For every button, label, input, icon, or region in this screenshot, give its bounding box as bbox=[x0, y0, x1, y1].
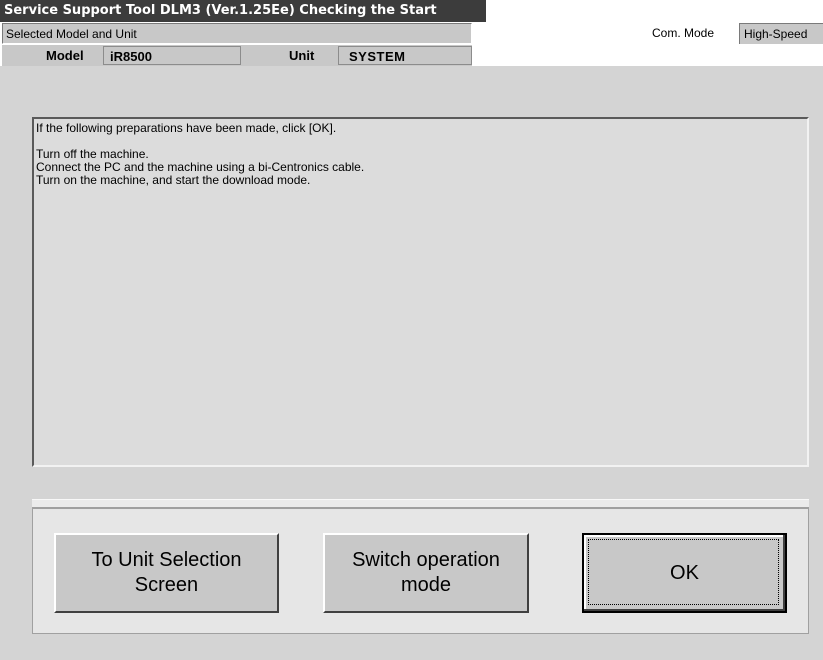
model-label: Model bbox=[46, 48, 84, 63]
instruction-message-panel: If the following preparations have been … bbox=[32, 117, 809, 467]
switch-operation-mode-button[interactable]: Switch operation mode bbox=[323, 533, 529, 613]
selected-label-text: Selected Model and Unit bbox=[6, 27, 137, 41]
ok-button[interactable]: OK bbox=[582, 533, 787, 613]
info-strip: Selected Model and Unit Com. Mode High-S… bbox=[0, 22, 823, 66]
model-value-text: iR8500 bbox=[110, 49, 152, 64]
com-mode-label: Com. Mode bbox=[652, 26, 715, 40]
window-title: Service Support Tool DLM3 (Ver.1.25Ee) C… bbox=[4, 3, 437, 18]
to-unit-selection-button[interactable]: To Unit Selection Screen bbox=[54, 533, 279, 613]
unit-value: SYSTEM bbox=[338, 46, 472, 65]
button-panel: To Unit Selection Screen Switch operatio… bbox=[32, 508, 809, 634]
button-label-line1: Switch operation bbox=[352, 549, 500, 571]
com-mode-value-text: High-Speed bbox=[744, 27, 808, 41]
model-value: iR8500 bbox=[103, 46, 241, 65]
model-unit-row: Model iR8500 Unit SYSTEM bbox=[2, 45, 472, 66]
unit-value-text: SYSTEM bbox=[349, 49, 406, 64]
unit-label: Unit bbox=[289, 48, 315, 63]
button-label: To Unit Selection Screen bbox=[91, 548, 241, 598]
instruction-intro: If the following preparations have been … bbox=[36, 121, 337, 135]
button-label: Switch operation mode bbox=[352, 548, 500, 598]
selected-model-unit-label: Selected Model and Unit bbox=[2, 23, 472, 44]
main-window: Service Support Tool DLM3 (Ver.1.25Ee) C… bbox=[0, 0, 823, 660]
button-label-line1: To Unit Selection bbox=[91, 549, 242, 571]
instruction-step: Turn on the machine, and start the downl… bbox=[36, 173, 311, 187]
titlebar-background bbox=[486, 0, 823, 22]
ok-button-label: OK bbox=[670, 561, 699, 584]
button-label-line2: mode bbox=[400, 574, 452, 596]
com-mode-value: High-Speed bbox=[739, 23, 823, 44]
separator bbox=[32, 499, 809, 508]
button-label-line2: Screen bbox=[134, 574, 199, 596]
